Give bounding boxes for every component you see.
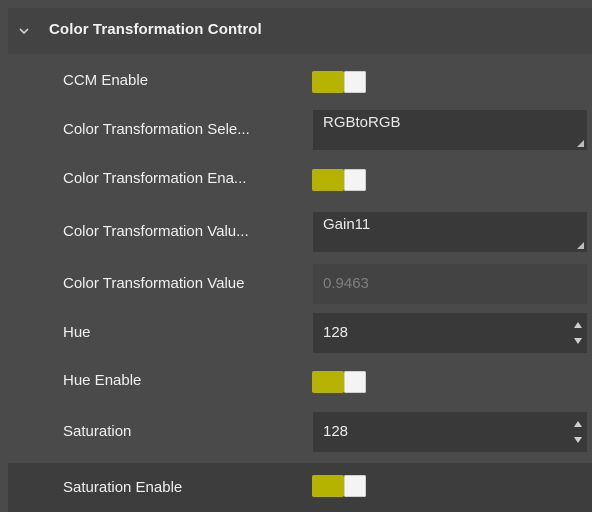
toggle-track (312, 475, 344, 497)
hue-spinbox[interactable]: 128 (313, 313, 587, 353)
row-ct-value-selector: Color Transformation Valu... Gain11 (8, 212, 592, 252)
toggle-track (312, 371, 344, 393)
section-header[interactable]: Color Transformation Control (8, 8, 592, 54)
ct-enable-toggle[interactable] (312, 169, 366, 191)
resize-grip-icon (577, 140, 584, 147)
row-ct-selector: Color Transformation Sele... RGBtoRGB (8, 110, 592, 150)
spinner-arrows-icon[interactable] (573, 319, 583, 347)
ct-value-field: 0.9463 (313, 264, 587, 304)
ct-value-label: Color Transformation Value (63, 275, 245, 292)
ct-value-selector-value: Gain11 (323, 216, 371, 233)
ct-value-selector-dropdown[interactable]: Gain11 (313, 212, 587, 252)
saturation-spinbox[interactable]: 128 (313, 412, 587, 452)
toggle-track (312, 169, 344, 191)
row-saturation-enable[interactable]: Saturation Enable (8, 463, 592, 512)
spinner-arrows-icon[interactable] (573, 418, 583, 446)
hue-enable-toggle[interactable] (312, 371, 366, 393)
toggle-track (312, 71, 344, 93)
hue-enable-label: Hue Enable (63, 372, 142, 389)
ct-selector-label: Color Transformation Sele... (63, 121, 250, 138)
resize-grip-icon (577, 242, 584, 249)
ct-selector-value: RGBtoRGB (323, 114, 401, 131)
properties-panel: Color Transformation Control CCM Enable … (8, 8, 592, 512)
toggle-knob (344, 475, 366, 497)
row-ct-value: Color Transformation Value 0.9463 (8, 264, 592, 304)
row-hue: Hue 128 (8, 313, 592, 353)
ct-value-value: 0.9463 (323, 275, 369, 292)
ccm-enable-toggle[interactable] (312, 71, 366, 93)
chevron-down-icon[interactable] (17, 24, 31, 38)
row-ct-enable: Color Transformation Ena... (8, 159, 592, 199)
saturation-enable-label: Saturation Enable (63, 479, 183, 496)
row-ccm-enable: CCM Enable (8, 61, 592, 101)
ct-value-selector-label: Color Transformation Valu... (63, 223, 249, 240)
row-hue-enable: Hue Enable (8, 361, 592, 401)
toggle-knob (344, 71, 366, 93)
ccm-enable-label: CCM Enable (63, 72, 149, 89)
row-saturation: Saturation 128 (8, 412, 592, 452)
ct-selector-dropdown[interactable]: RGBtoRGB (313, 110, 587, 150)
section-title: Color Transformation Control (49, 21, 262, 38)
saturation-label: Saturation (63, 423, 132, 440)
saturation-enable-toggle[interactable] (312, 475, 366, 497)
hue-label: Hue (63, 324, 91, 341)
saturation-value: 128 (323, 423, 349, 440)
toggle-knob (344, 169, 366, 191)
toggle-knob (344, 371, 366, 393)
hue-value: 128 (323, 324, 349, 341)
ct-enable-label: Color Transformation Ena... (63, 170, 247, 187)
